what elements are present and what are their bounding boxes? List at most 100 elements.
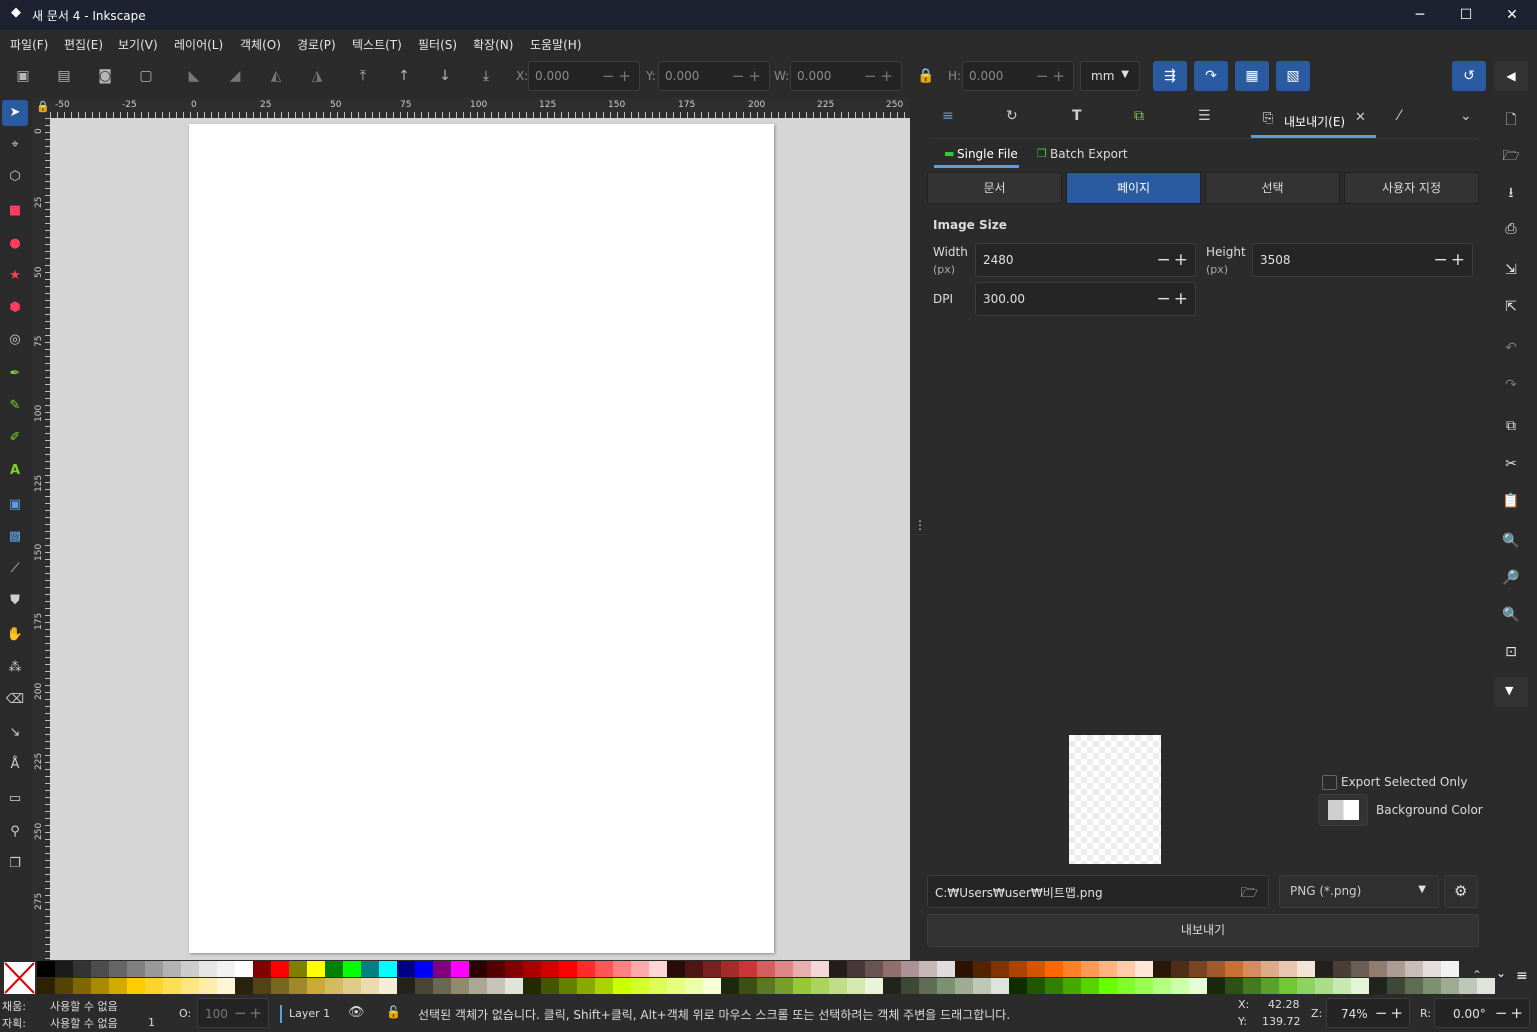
color-swatch[interactable] xyxy=(757,978,775,994)
color-swatch[interactable] xyxy=(1117,961,1135,977)
color-swatch[interactable] xyxy=(919,978,937,994)
stroke-value[interactable]: 사용할 수 없음 xyxy=(50,1015,118,1031)
color-swatch[interactable] xyxy=(199,961,217,977)
snap-popover-button[interactable]: ◀ xyxy=(1494,61,1528,91)
color-swatch[interactable] xyxy=(973,961,991,977)
color-swatch[interactable] xyxy=(631,961,649,977)
color-swatch[interactable] xyxy=(415,978,433,994)
menu-filters[interactable]: 필터(S) xyxy=(418,36,457,53)
color-swatch[interactable] xyxy=(739,978,757,994)
menu-object[interactable]: 객체(O) xyxy=(240,36,281,53)
color-swatch[interactable] xyxy=(361,961,379,977)
menu-file[interactable]: 파일(F) xyxy=(10,36,48,53)
color-swatch[interactable] xyxy=(1333,978,1351,994)
eraser-tool-icon[interactable]: ⌫ xyxy=(5,690,25,710)
color-swatch[interactable] xyxy=(739,961,757,977)
color-swatch[interactable] xyxy=(163,961,181,977)
color-swatch[interactable] xyxy=(685,978,703,994)
color-swatch[interactable] xyxy=(505,961,523,977)
calligraphy-tool-icon[interactable]: ✐ xyxy=(5,428,25,448)
color-swatch[interactable] xyxy=(721,961,739,977)
color-swatch[interactable] xyxy=(307,978,325,994)
color-swatch[interactable] xyxy=(667,961,685,977)
color-swatch[interactable] xyxy=(1153,978,1171,994)
color-swatch[interactable] xyxy=(1207,978,1225,994)
layer-name[interactable]: Layer 1 xyxy=(289,1007,330,1020)
filename-input[interactable]: C:₩Users₩user₩비트맵.png 🗁 xyxy=(927,875,1269,908)
color-swatch[interactable] xyxy=(163,978,181,994)
color-swatch[interactable] xyxy=(613,978,631,994)
tab-single-file[interactable]: ▬ Single File xyxy=(934,146,1019,168)
tweak-tool-icon[interactable]: ✋ xyxy=(5,625,25,645)
color-swatch[interactable] xyxy=(793,978,811,994)
color-swatch[interactable] xyxy=(811,978,829,994)
import-icon[interactable]: ⇲ xyxy=(1501,260,1521,280)
color-swatch[interactable] xyxy=(1369,961,1387,977)
width-input[interactable]: 2480 −+ xyxy=(975,243,1196,277)
color-swatch[interactable] xyxy=(217,978,235,994)
color-swatch[interactable] xyxy=(775,961,793,977)
color-swatch[interactable] xyxy=(685,961,703,977)
deselect-icon[interactable]: ▢ xyxy=(136,66,156,86)
zoom-selection-icon[interactable]: 🔍 xyxy=(1501,531,1521,551)
area-custom-button[interactable]: 사용자 지정 xyxy=(1344,172,1479,204)
palette-scroll-up-icon[interactable]: ⌃ xyxy=(1472,968,1482,982)
color-swatch[interactable] xyxy=(559,961,577,977)
color-swatch[interactable] xyxy=(145,961,163,977)
color-swatch[interactable] xyxy=(649,978,667,994)
color-swatch[interactable] xyxy=(397,961,415,977)
color-swatch[interactable] xyxy=(1135,978,1153,994)
color-swatch[interactable] xyxy=(433,961,451,977)
color-swatch[interactable] xyxy=(937,978,955,994)
select-same-icon[interactable]: ◙ xyxy=(95,66,115,86)
stroke-width-value[interactable]: 1 xyxy=(148,1016,155,1029)
color-swatch[interactable] xyxy=(1261,978,1279,994)
no-paint-swatch[interactable] xyxy=(4,962,35,994)
color-swatch[interactable] xyxy=(991,978,1009,994)
node-tool-icon[interactable]: ⌖ xyxy=(5,135,25,155)
color-swatch[interactable] xyxy=(883,961,901,977)
color-swatch[interactable] xyxy=(793,961,811,977)
color-swatch[interactable] xyxy=(829,978,847,994)
export-button[interactable]: 내보내기 xyxy=(927,914,1479,947)
color-swatch[interactable] xyxy=(235,961,253,977)
color-swatch[interactable] xyxy=(37,978,55,994)
area-selection-button[interactable]: 선택 xyxy=(1205,172,1340,204)
menu-layer[interactable]: 레이어(L) xyxy=(174,36,223,53)
transform-icon[interactable]: ↻ xyxy=(1006,108,1018,124)
export-selected-only-checkbox[interactable] xyxy=(1322,775,1337,790)
export-document-icon[interactable]: ⇱ xyxy=(1501,297,1521,317)
rotation-input[interactable]: 0.00° −+ xyxy=(1434,998,1530,1028)
color-swatch[interactable] xyxy=(127,961,145,977)
color-swatch[interactable] xyxy=(361,978,379,994)
color-swatch[interactable] xyxy=(1315,961,1333,977)
text-tool-icon[interactable]: A xyxy=(5,461,25,481)
unit-select[interactable]: mm ▼ xyxy=(1080,61,1140,91)
rotate-cw-icon[interactable]: ◢ xyxy=(225,66,245,86)
text-font-icon[interactable]: T xyxy=(1072,108,1082,124)
palette-menu-icon[interactable]: ≡ xyxy=(1516,968,1528,984)
color-swatch[interactable] xyxy=(613,961,631,977)
area-document-button[interactable]: 문서 xyxy=(927,172,1062,204)
raise-icon[interactable]: ↑ xyxy=(394,66,414,86)
color-swatch[interactable] xyxy=(307,961,325,977)
pages-tool-icon[interactable]: ❐ xyxy=(5,854,25,874)
zoom-drawing-icon[interactable]: 🔎 xyxy=(1501,568,1521,588)
height-input[interactable]: 3508 −+ xyxy=(1252,243,1473,277)
star-tool-icon[interactable]: ★ xyxy=(5,266,25,286)
color-swatch[interactable] xyxy=(415,961,433,977)
color-swatch[interactable] xyxy=(829,961,847,977)
color-swatch[interactable] xyxy=(703,978,721,994)
color-swatch[interactable] xyxy=(1261,961,1279,977)
export-settings-button[interactable]: ⚙ xyxy=(1444,875,1478,908)
selector-tool-icon[interactable]: ➤ xyxy=(5,103,25,123)
tab-batch-export[interactable]: ❐ Batch Export xyxy=(1034,146,1134,168)
color-swatch[interactable] xyxy=(181,978,199,994)
more-commands-button[interactable]: ▼ xyxy=(1494,677,1528,707)
connector-tool-icon[interactable]: ↘ xyxy=(5,723,25,743)
color-swatch[interactable] xyxy=(55,961,73,977)
color-swatch[interactable] xyxy=(55,978,73,994)
color-swatch[interactable] xyxy=(523,978,541,994)
color-swatch[interactable] xyxy=(937,961,955,977)
color-swatch[interactable] xyxy=(955,978,973,994)
